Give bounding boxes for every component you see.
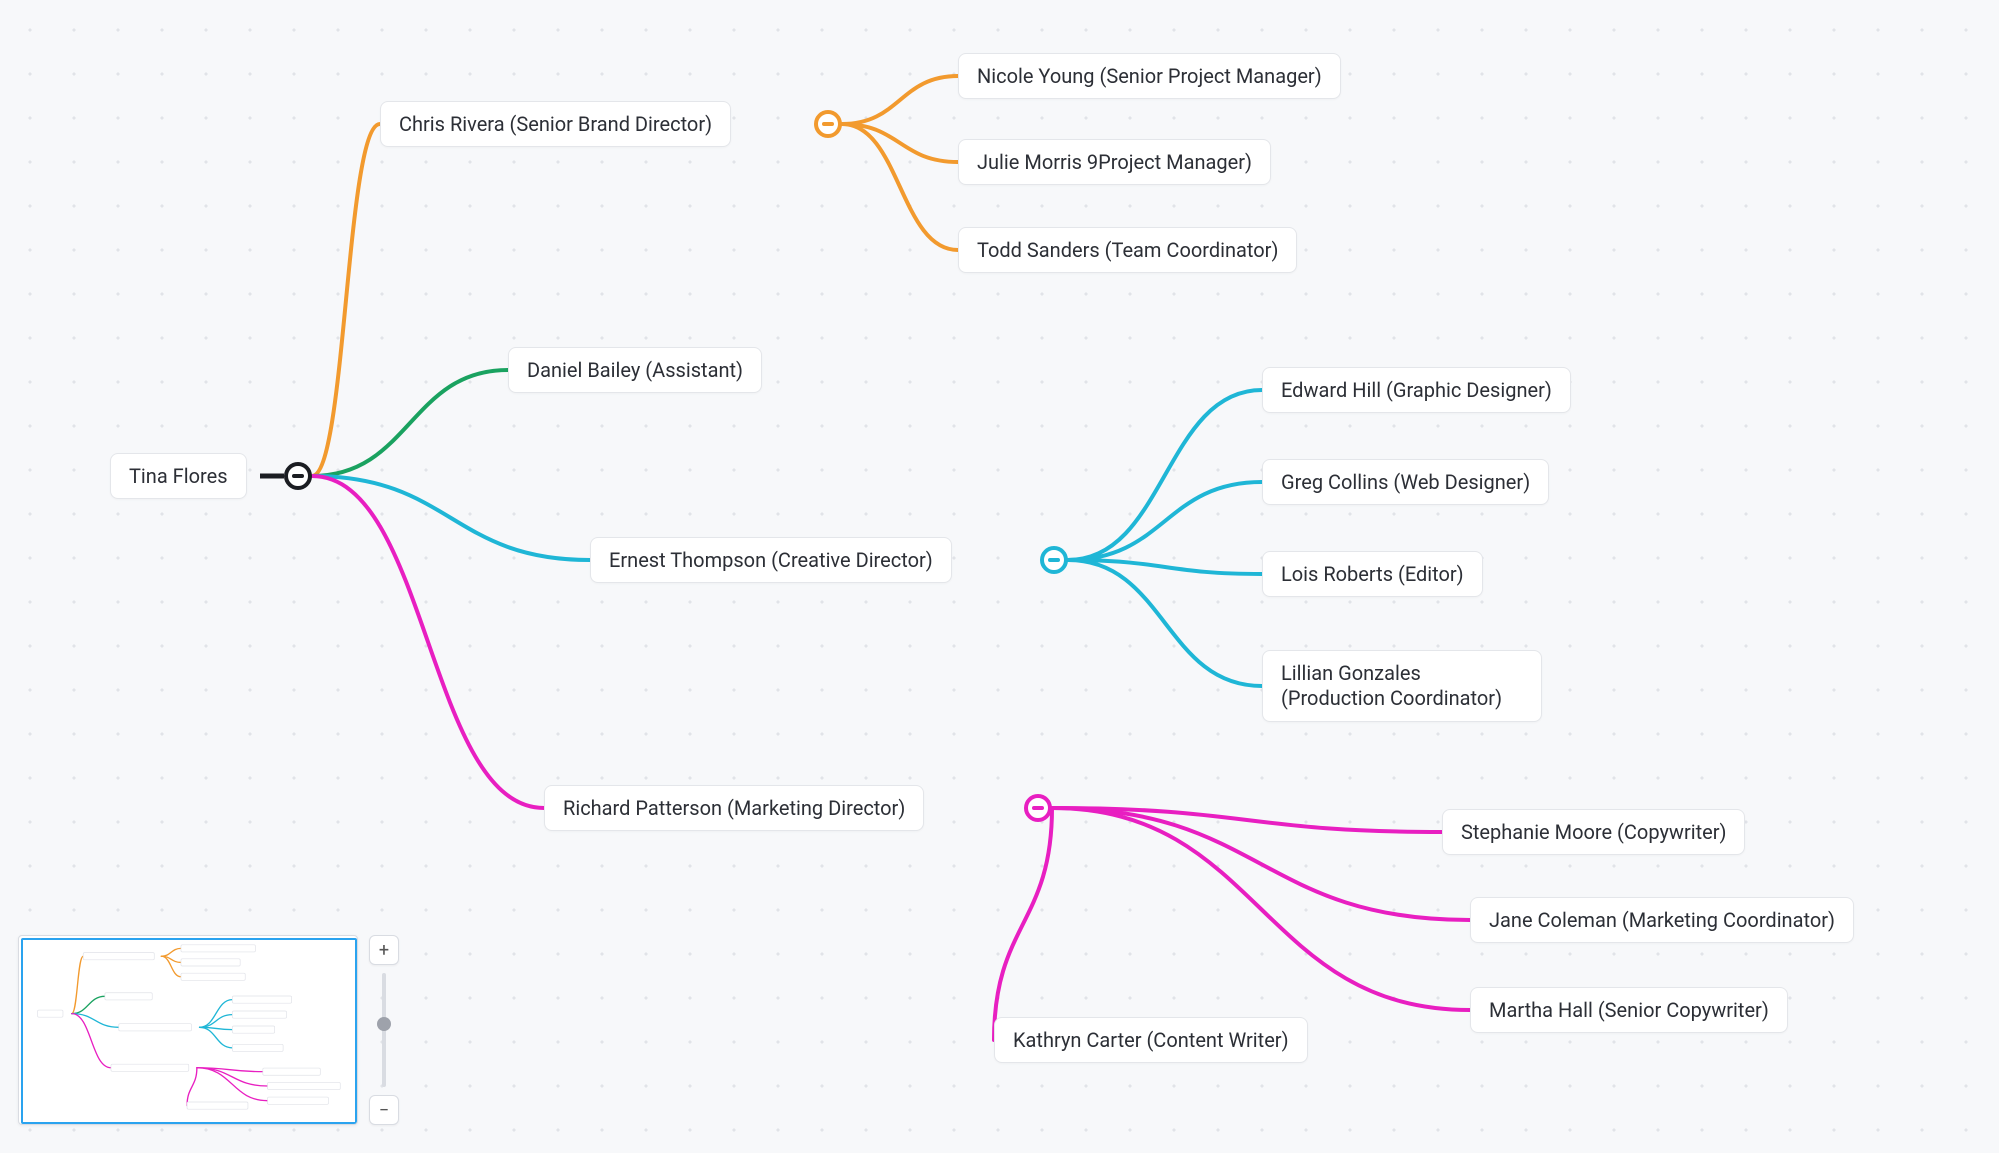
- plus-icon: +: [379, 940, 389, 961]
- minus-icon: [292, 474, 304, 478]
- node-lois[interactable]: Lois Roberts (Editor): [1262, 551, 1483, 597]
- minus-icon: [1032, 806, 1044, 810]
- zoom-handle[interactable]: [377, 1017, 391, 1031]
- zoom-in-button[interactable]: +: [369, 935, 399, 965]
- node-todd[interactable]: Todd Sanders (Team Coordinator): [958, 227, 1297, 273]
- minus-icon: [1048, 558, 1060, 562]
- collapse-toggle-chris[interactable]: [814, 110, 842, 138]
- node-ernest[interactable]: Ernest Thompson (Creative Director): [590, 537, 952, 583]
- node-kathryn[interactable]: Kathryn Carter (Content Writer): [994, 1017, 1308, 1063]
- node-chris[interactable]: Chris Rivera (Senior Brand Director): [380, 101, 731, 147]
- minimap-panel: + −: [18, 935, 400, 1125]
- node-nicole[interactable]: Nicole Young (Senior Project Manager): [958, 53, 1341, 99]
- collapse-toggle-root[interactable]: [284, 462, 312, 490]
- node-stephanie[interactable]: Stephanie Moore (Copywriter): [1442, 809, 1745, 855]
- node-lillian[interactable]: Lillian Gonzales (Production Coordinator…: [1262, 650, 1542, 722]
- node-edward[interactable]: Edward Hill (Graphic Designer): [1262, 367, 1571, 413]
- node-daniel[interactable]: Daniel Bailey (Assistant): [508, 347, 762, 393]
- zoom-controls: + −: [368, 935, 400, 1125]
- minimap[interactable]: [18, 935, 358, 1125]
- collapse-toggle-ernest[interactable]: [1040, 546, 1068, 574]
- collapse-toggle-richard[interactable]: [1024, 794, 1052, 822]
- node-richard[interactable]: Richard Patterson (Marketing Director): [544, 785, 924, 831]
- mindmap-canvas[interactable]: + − Tina Flores Chris Rivera (Senior Bran…: [0, 0, 1999, 1153]
- minus-icon: [822, 122, 834, 126]
- node-root[interactable]: Tina Flores: [110, 453, 247, 499]
- node-julie[interactable]: Julie Morris 9Project Manager): [958, 139, 1271, 185]
- minimap-svg: [19, 936, 357, 1124]
- node-martha[interactable]: Martha Hall (Senior Copywriter): [1470, 987, 1788, 1033]
- node-greg[interactable]: Greg Collins (Web Designer): [1262, 459, 1549, 505]
- zoom-slider[interactable]: [382, 973, 386, 1087]
- zoom-out-button[interactable]: −: [369, 1095, 399, 1125]
- minus-icon: −: [379, 1100, 389, 1121]
- node-jane[interactable]: Jane Coleman (Marketing Coordinator): [1470, 897, 1854, 943]
